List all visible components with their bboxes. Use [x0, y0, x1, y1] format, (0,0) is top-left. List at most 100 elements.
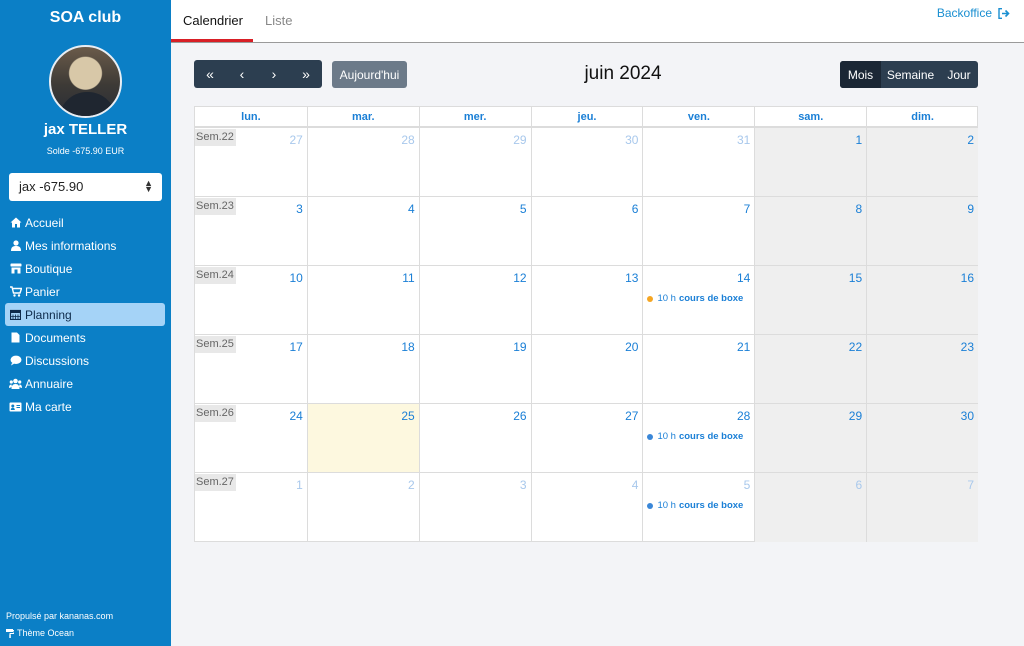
calendar-event[interactable]: 10 h cours de boxe	[647, 293, 743, 304]
day-number[interactable]: 13	[625, 271, 638, 285]
day-number[interactable]: 5	[520, 202, 527, 216]
view-week-button[interactable]: Semaine	[881, 61, 940, 88]
prev-year-button[interactable]: «	[194, 60, 226, 88]
tab-liste[interactable]: Liste	[265, 13, 292, 28]
day-number[interactable]: 1	[296, 478, 303, 492]
day-cell[interactable]: 27	[530, 404, 643, 473]
week-number-badge[interactable]: Sem.26	[195, 405, 236, 422]
day-cell[interactable]: 31	[642, 128, 754, 197]
day-cell[interactable]: 3	[418, 473, 531, 542]
day-cell[interactable]: 12	[418, 266, 531, 335]
day-number[interactable]: 1	[855, 133, 862, 147]
day-cell[interactable]: 9	[866, 197, 979, 266]
day-cell[interactable]: 5 10 h cours de boxe	[642, 473, 754, 542]
week-number-badge[interactable]: Sem.23	[195, 198, 236, 215]
day-cell[interactable]: Sem.24 10	[195, 266, 307, 335]
day-number[interactable]: 19	[513, 340, 526, 354]
day-cell[interactable]: 14 10 h cours de boxe	[642, 266, 754, 335]
day-number[interactable]: 27	[625, 409, 638, 423]
sidebar-item-discussions[interactable]: Discussions	[5, 349, 165, 372]
day-number[interactable]: 10	[290, 271, 303, 285]
powered-by-link[interactable]: Propulsé par kananas.com	[6, 611, 113, 621]
day-cell[interactable]: 6	[754, 473, 867, 542]
day-number[interactable]: 30	[961, 409, 974, 423]
day-cell[interactable]: 16	[866, 266, 979, 335]
day-cell[interactable]: 30	[530, 128, 643, 197]
day-number[interactable]: 6	[632, 202, 639, 216]
day-cell[interactable]: 18	[306, 335, 419, 404]
next-year-button[interactable]: »	[290, 60, 322, 88]
day-cell[interactable]: 6	[530, 197, 643, 266]
day-cell[interactable]: 8	[754, 197, 867, 266]
day-number[interactable]: 21	[737, 340, 750, 354]
week-number-badge[interactable]: Sem.24	[195, 267, 236, 284]
next-month-button[interactable]: ›	[258, 60, 290, 88]
day-number[interactable]: 12	[513, 271, 526, 285]
week-number-badge[interactable]: Sem.27	[195, 474, 236, 491]
view-day-button[interactable]: Jour	[940, 61, 978, 88]
day-number[interactable]: 3	[520, 478, 527, 492]
sidebar-item-planning[interactable]: Planning	[5, 303, 165, 326]
day-cell[interactable]: 26	[418, 404, 531, 473]
day-number[interactable]: 14	[737, 271, 750, 285]
week-number-badge[interactable]: Sem.22	[195, 129, 236, 146]
day-cell[interactable]: 29	[418, 128, 531, 197]
day-number[interactable]: 29	[849, 409, 862, 423]
avatar[interactable]	[49, 45, 122, 118]
day-number[interactable]: 3	[296, 202, 303, 216]
theme-link[interactable]: Thème Ocean	[6, 628, 74, 638]
sidebar-item-panier[interactable]: Panier	[5, 280, 165, 303]
day-cell[interactable]: 30	[866, 404, 979, 473]
day-number[interactable]: 30	[625, 133, 638, 147]
day-number[interactable]: 4	[632, 478, 639, 492]
day-number[interactable]: 24	[290, 409, 303, 423]
day-number[interactable]: 31	[737, 133, 750, 147]
day-number[interactable]: 2	[967, 133, 974, 147]
day-cell[interactable]: 4	[306, 197, 419, 266]
day-cell[interactable]: 2	[866, 128, 979, 197]
day-number[interactable]: 4	[408, 202, 415, 216]
day-cell[interactable]: 7	[866, 473, 979, 542]
view-month-button[interactable]: Mois	[840, 61, 881, 88]
day-number[interactable]: 7	[744, 202, 751, 216]
calendar-event[interactable]: 10 h cours de boxe	[647, 431, 743, 442]
sidebar-item-documents[interactable]: Documents	[5, 326, 165, 349]
day-number[interactable]: 6	[855, 478, 862, 492]
club-name[interactable]: SOA club	[0, 9, 171, 27]
backoffice-link[interactable]: Backoffice	[937, 6, 1010, 20]
sidebar-item-accueil[interactable]: Accueil	[5, 211, 165, 234]
day-cell[interactable]: 13	[530, 266, 643, 335]
sidebar-item-mes-informations[interactable]: Mes informations	[5, 234, 165, 257]
sidebar-item-annuaire[interactable]: Annuaire	[5, 372, 165, 395]
day-cell[interactable]: Sem.27 1	[195, 473, 307, 542]
day-number[interactable]: 17	[290, 340, 303, 354]
day-number[interactable]: 22	[849, 340, 862, 354]
day-cell[interactable]: 22	[754, 335, 867, 404]
day-cell[interactable]: Sem.23 3	[195, 197, 307, 266]
sidebar-item-ma-carte[interactable]: Ma carte	[5, 395, 165, 418]
day-number[interactable]: 28	[401, 133, 414, 147]
day-cell[interactable]: 20	[530, 335, 643, 404]
day-number[interactable]: 16	[961, 271, 974, 285]
day-cell[interactable]: 28 10 h cours de boxe	[642, 404, 754, 473]
day-number[interactable]: 29	[513, 133, 526, 147]
tab-calendrier[interactable]: Calendrier	[183, 13, 243, 28]
day-number[interactable]: 27	[290, 133, 303, 147]
day-number[interactable]: 7	[967, 478, 974, 492]
calendar-event[interactable]: 10 h cours de boxe	[647, 500, 743, 511]
today-button[interactable]: Aujourd'hui	[332, 61, 407, 88]
day-cell[interactable]: Sem.22 27	[195, 128, 307, 197]
day-number[interactable]: 23	[961, 340, 974, 354]
day-cell[interactable]: 23	[866, 335, 979, 404]
day-cell[interactable]: 7	[642, 197, 754, 266]
prev-month-button[interactable]: ‹	[226, 60, 258, 88]
day-number[interactable]: 11	[402, 271, 414, 285]
day-cell[interactable]: Sem.26 24	[195, 404, 307, 473]
day-cell[interactable]: 1	[754, 128, 867, 197]
day-number[interactable]: 5	[744, 478, 751, 492]
day-number[interactable]: 18	[401, 340, 414, 354]
day-number[interactable]: 28	[737, 409, 750, 423]
day-cell[interactable]: 25	[306, 404, 419, 473]
sidebar-item-boutique[interactable]: Boutique	[5, 257, 165, 280]
day-cell[interactable]: 28	[306, 128, 419, 197]
